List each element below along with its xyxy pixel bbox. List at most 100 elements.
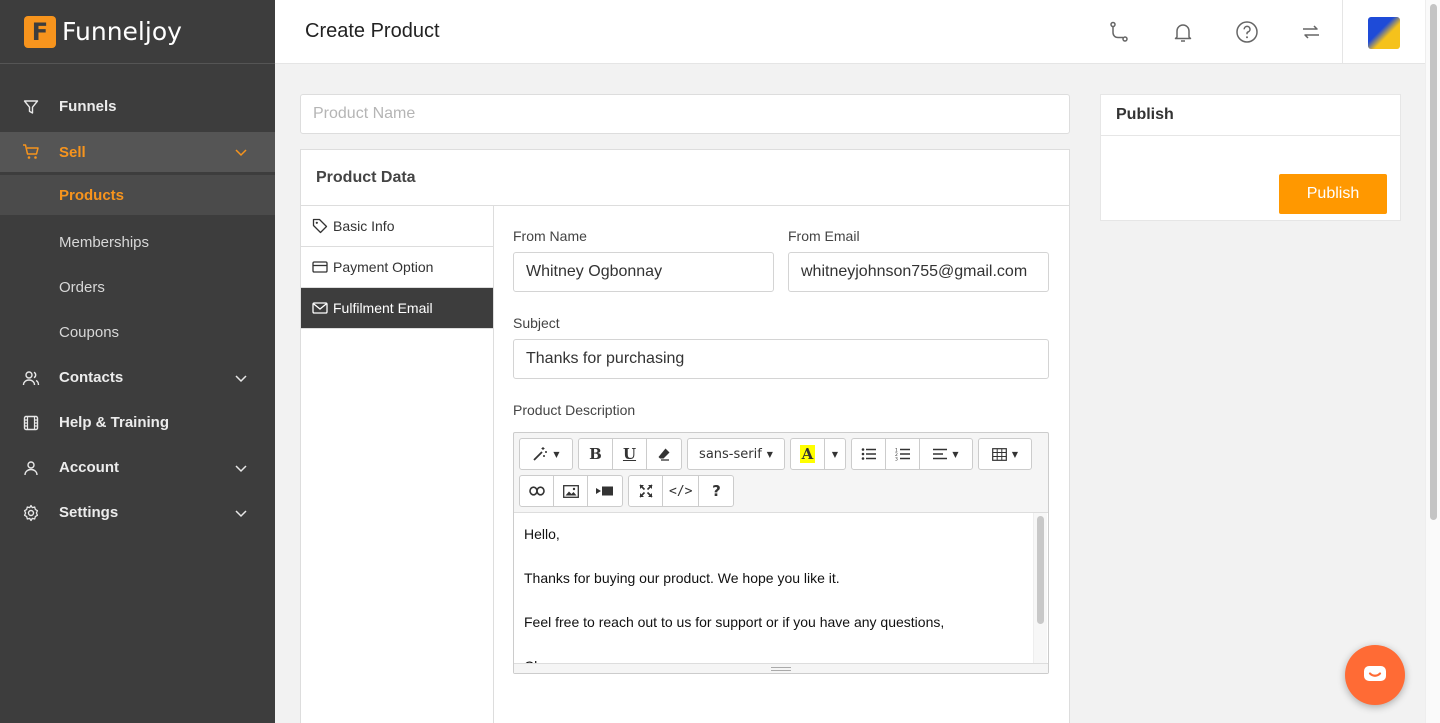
funnel-icon xyxy=(22,98,40,116)
editor-paragraph xyxy=(524,545,1038,567)
font-name-dropdown[interactable]: sans-serif ▼ xyxy=(688,439,784,469)
cart-icon xyxy=(22,143,40,161)
sidebar-subitem-products[interactable]: Products xyxy=(0,175,275,215)
gear-icon xyxy=(22,504,40,522)
chevron-down-icon xyxy=(235,459,247,476)
route-icon[interactable] xyxy=(1107,20,1131,44)
bold-button[interactable]: B xyxy=(579,439,613,469)
help-button[interactable]: ? xyxy=(699,476,733,506)
image-button[interactable] xyxy=(554,476,588,506)
code-view-button[interactable]: </> xyxy=(663,476,700,506)
fullscreen-icon xyxy=(638,484,653,498)
sidebar-item-label: Help & Training xyxy=(59,414,170,431)
grip-icon xyxy=(771,666,791,671)
link-button[interactable] xyxy=(520,476,554,506)
sidebar-subitem-orders[interactable]: Orders xyxy=(0,265,275,310)
chat-icon xyxy=(1364,666,1386,681)
code-icon: </> xyxy=(669,483,693,499)
bullet-list-icon xyxy=(861,448,876,460)
caret-down-icon: ▼ xyxy=(952,449,959,459)
sidebar-item-label: Account xyxy=(59,459,119,476)
page-scrollbar-thumb[interactable] xyxy=(1430,4,1437,520)
editor-toolbar-row-2: </> ? xyxy=(519,475,739,507)
sidebar-item-account[interactable]: Account xyxy=(0,445,275,490)
publish-title: Publish xyxy=(1101,95,1400,136)
sidebar-subitem-coupons[interactable]: Coupons xyxy=(0,310,275,355)
tab-label: Payment Option xyxy=(333,259,434,275)
color-group: A ▼ xyxy=(790,438,846,470)
video-button[interactable] xyxy=(588,476,622,506)
publish-box: Publish Publish xyxy=(1100,94,1401,221)
editor-paragraph: Feel free to reach out to us for support… xyxy=(524,614,945,630)
sidebar-item-contacts[interactable]: Contacts xyxy=(0,355,275,400)
sidebar-item-sell[interactable]: Sell xyxy=(0,132,275,172)
product-description-label: Product Description xyxy=(513,402,636,418)
color-dropdown-button[interactable]: ▼ xyxy=(825,439,845,469)
editor-content-area[interactable]: Hello, Thanks for buying our product. We… xyxy=(514,512,1048,664)
brand-logo: F xyxy=(24,15,56,48)
sidebar-subitem-memberships[interactable]: Memberships xyxy=(0,220,275,265)
sidebar-item-help-training[interactable]: Help & Training xyxy=(0,400,275,445)
card-icon xyxy=(312,259,328,275)
page-scrollbar[interactable] xyxy=(1425,0,1440,723)
avatar[interactable] xyxy=(1368,17,1400,49)
magic-wand-icon xyxy=(533,447,548,461)
editor-scrollbar[interactable] xyxy=(1033,513,1047,663)
from-name-input[interactable] xyxy=(513,252,774,292)
sync-icon[interactable] xyxy=(1299,20,1323,44)
caret-down-icon: ▼ xyxy=(831,449,839,459)
unordered-list-button[interactable] xyxy=(852,439,886,469)
film-icon xyxy=(22,414,40,432)
eraser-icon xyxy=(658,448,670,461)
from-name-label: From Name xyxy=(513,228,587,244)
tab-fulfilment-email[interactable]: Fulfilment Email xyxy=(301,288,493,329)
underline-icon: U xyxy=(622,445,637,463)
table-icon xyxy=(992,447,1007,461)
editor-paragraph: Hello, xyxy=(524,526,560,542)
video-icon xyxy=(596,486,613,496)
fullscreen-button[interactable] xyxy=(629,476,663,506)
sidebar: F Funneljoy Funnels Sell Products Member… xyxy=(0,0,275,723)
brand[interactable]: F Funneljoy xyxy=(0,0,275,64)
editor-paragraph: Thanks for buying our product. We hope y… xyxy=(524,570,840,586)
clear-format-button[interactable] xyxy=(647,439,681,469)
users-icon xyxy=(22,369,40,387)
tab-payment-option[interactable]: Payment Option xyxy=(301,247,493,288)
sidebar-item-funnels[interactable]: Funnels xyxy=(0,84,275,129)
bold-icon: B xyxy=(589,445,602,463)
sidebar-item-label: Sell xyxy=(59,143,86,161)
font-name-group: sans-serif ▼ xyxy=(687,438,785,470)
from-email-label: From Email xyxy=(788,228,860,244)
product-data-tabs: Basic Info Payment Option Fulfilment Ema… xyxy=(301,206,494,723)
table-group: ▼ xyxy=(978,438,1032,470)
product-name-input[interactable] xyxy=(300,94,1070,134)
tab-basic-info[interactable]: Basic Info xyxy=(301,206,493,247)
image-icon xyxy=(562,484,579,498)
help-icon[interactable] xyxy=(1235,20,1259,44)
tag-icon xyxy=(312,218,328,234)
table-button[interactable]: ▼ xyxy=(979,439,1031,469)
chat-launcher-button[interactable] xyxy=(1345,645,1405,705)
sidebar-item-label: Contacts xyxy=(59,369,124,386)
sidebar-item-label: Settings xyxy=(59,504,119,521)
header-divider xyxy=(1342,0,1343,64)
style-button[interactable]: ▼ xyxy=(520,439,572,469)
sidebar-item-label: Funnels xyxy=(59,98,117,115)
underline-button[interactable]: U xyxy=(613,439,647,469)
ordered-list-button[interactable]: 123 xyxy=(886,439,920,469)
paragraph-align-button[interactable]: ▼ xyxy=(920,439,972,469)
editor-scrollbar-thumb[interactable] xyxy=(1037,516,1044,624)
user-icon xyxy=(22,459,40,477)
product-data-panel: Product Data Basic Info Payment Option F… xyxy=(300,149,1070,723)
editor-paragraph xyxy=(524,633,1038,655)
editor-paragraph xyxy=(524,589,1038,611)
text-color-button[interactable]: A xyxy=(791,439,825,469)
link-icon xyxy=(528,486,545,496)
editor-resize-handle[interactable] xyxy=(514,663,1048,673)
sidebar-item-settings[interactable]: Settings xyxy=(0,490,275,535)
bell-icon[interactable] xyxy=(1171,20,1195,44)
from-email-input[interactable] xyxy=(788,252,1049,292)
subject-input[interactable] xyxy=(513,339,1049,379)
product-data-title: Product Data xyxy=(301,150,1069,206)
publish-button[interactable]: Publish xyxy=(1279,174,1387,214)
